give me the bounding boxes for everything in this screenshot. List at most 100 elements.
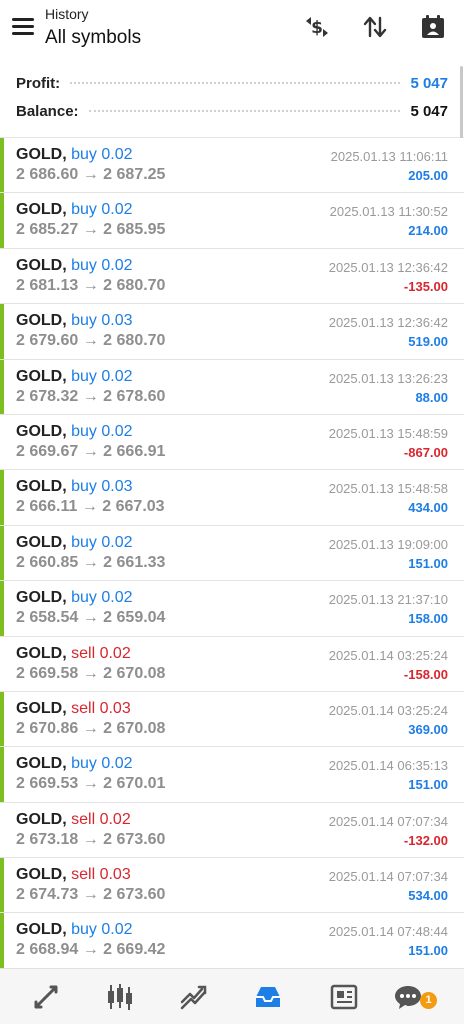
deal-time: 2025.01.13 21:37:10 [328,592,448,608]
profit-indicator-bar [0,193,4,248]
profit-indicator-bar [0,913,4,968]
balance-value: 5 047 [410,102,448,120]
svg-text:$: $ [311,18,323,38]
deal-symbol: GOLD, [16,755,67,773]
profit-indicator-bar [0,470,4,525]
deal-prices: 2 673.18 → 2 673.60 [16,830,166,848]
header-title[interactable]: All symbols [45,27,141,49]
deal-symbol: GOLD, [16,367,67,385]
deal-profit: -867.00 [403,444,448,460]
deal-row[interactable]: GOLD, buy 0.03 2 666.11 → 2 667.03 2025.… [0,470,464,526]
deal-title: GOLD, sell 0.02 [16,645,131,663]
deal-time: 2025.01.13 15:48:58 [328,481,448,497]
deal-side: sell 0.03 [71,866,131,884]
profit-dots [70,82,401,84]
deal-side: buy 0.02 [71,533,133,551]
deal-side: sell 0.02 [71,644,131,662]
deal-symbol: GOLD, [16,256,67,274]
deal-time: 2025.01.14 07:48:44 [328,924,448,940]
profit-indicator-bar [0,525,4,581]
deal-prices: 2 674.73 → 2 673.60 [16,886,166,904]
deal-row[interactable]: GOLD, buy 0.02 2 686.60 → 2 687.25 2025.… [0,138,464,194]
deal-row[interactable]: GOLD, buy 0.02 2 660.85 → 2 661.33 2025.… [0,525,464,582]
deal-time: 2025.01.14 07:07:34 [328,813,448,829]
profit-indicator-bar [0,747,4,802]
deal-prices: 2 679.60 → 2 680.70 [16,332,166,350]
deal-prices: 2 669.53 → 2 670.01 [16,775,166,793]
deal-symbol: GOLD, [16,866,67,884]
deal-profit: 151.00 [408,943,448,959]
deal-side: buy 0.02 [71,921,133,939]
deal-time: 2025.01.13 15:48:59 [328,425,448,441]
deal-side: sell 0.02 [71,810,131,828]
deal-row[interactable]: GOLD, buy 0.02 2 678.32 → 2 678.60 2025.… [0,359,464,415]
deal-title: GOLD, buy 0.03 [16,478,133,496]
deal-title: GOLD, buy 0.02 [16,423,133,441]
deal-symbol: GOLD, [16,921,67,939]
deal-row[interactable]: GOLD, buy 0.02 2 685.27 → 2 685.95 2025.… [0,193,464,249]
profit-indicator-bar [0,304,4,359]
deal-title: GOLD, buy 0.02 [16,368,133,386]
chart-icon[interactable] [102,979,138,1015]
balance-dots [88,110,401,112]
deal-prices: 2 686.60 → 2 687.25 [16,166,166,183]
deal-profit: 214.00 [408,223,448,239]
bottom-navigation [0,968,464,1024]
menu-icon[interactable] [12,18,34,36]
deal-prices: 2 660.85 → 2 661.33 [16,553,166,571]
deal-row[interactable]: GOLD, buy 0.03 2 679.60 → 2 680.70 2025.… [0,304,464,360]
deal-symbol: GOLD, [16,810,67,828]
history-icon[interactable] [250,979,286,1015]
deal-row[interactable]: GOLD, buy 0.02 2 681.13 → 2 680.70 2025.… [0,248,464,305]
deal-row[interactable]: GOLD, sell 0.02 2 669.58 → 2 670.08 2025… [0,636,464,692]
deal-row[interactable]: GOLD, sell 0.03 2 670.86 → 2 670.08 2025… [0,691,464,748]
deal-symbol: GOLD, [16,422,67,440]
deal-symbol: GOLD, [16,644,67,662]
deal-row[interactable]: GOLD, buy 0.02 2 668.94 → 2 669.42 2025.… [0,913,464,969]
deal-profit: 158.00 [408,611,448,627]
deal-profit: 151.00 [408,555,448,571]
deal-title: GOLD, sell 0.03 [16,700,131,718]
balance-label: Balance: [16,102,79,120]
messages-badge: 1 [420,992,437,1009]
sort-icon[interactable] [358,10,392,44]
deal-side: buy 0.02 [71,367,133,385]
profit-label: Profit: [16,74,61,92]
deals-list: GOLD, buy 0.02 2 686.60 → 2 687.25 2025.… [0,138,464,969]
profit-indicator-bar [0,359,4,414]
deal-symbol: GOLD, [16,699,67,717]
deal-prices: 2 681.13 → 2 680.70 [16,276,166,294]
deal-symbol: GOLD, [16,312,67,330]
deal-profit: 205.00 [408,168,448,183]
deal-profit: 434.00 [408,500,448,516]
deal-symbol: GOLD, [16,589,67,607]
profit-indicator-bar [0,858,4,913]
deal-row[interactable]: GOLD, buy 0.02 2 658.54 → 2 659.04 2025.… [0,581,464,637]
deal-prices: 2 668.94 → 2 669.42 [16,941,166,959]
profit-row: Profit: 5 047 [16,71,448,95]
deal-time: 2025.01.13 13:26:23 [328,370,448,386]
deal-prices: 2 670.86 → 2 670.08 [16,719,166,737]
deal-title: GOLD, buy 0.02 [16,146,133,164]
trade-icon[interactable] [176,979,212,1015]
deal-profit: 88.00 [415,389,448,405]
deal-side: buy 0.02 [71,755,133,773]
quotes-icon[interactable] [28,979,64,1015]
deal-side: buy 0.02 [71,589,133,607]
deal-time: 2025.01.13 11:06:11 [330,149,448,164]
deal-time: 2025.01.13 11:30:52 [329,204,448,220]
deal-row[interactable]: GOLD, buy 0.02 2 669.67 → 2 666.91 2025.… [0,414,464,471]
deal-row[interactable]: GOLD, sell 0.02 2 673.18 → 2 673.60 2025… [0,802,464,859]
summary-panel: Profit: 5 047 Balance: 5 047 [0,62,464,138]
deal-profit: 534.00 [408,888,448,904]
deal-row[interactable]: GOLD, sell 0.03 2 674.73 → 2 673.60 2025… [0,858,464,914]
deal-prices: 2 666.11 → 2 667.03 [16,498,165,516]
news-icon[interactable] [326,979,362,1015]
deposit-withdraw-icon[interactable]: $ [300,10,334,44]
calendar-icon[interactable] [416,10,450,44]
deal-row[interactable]: GOLD, buy 0.02 2 669.53 → 2 670.01 2025.… [0,747,464,803]
deal-title: GOLD, buy 0.02 [16,589,133,607]
deal-prices: 2 669.67 → 2 666.91 [16,442,166,460]
deal-time: 2025.01.13 12:36:42 [328,259,448,275]
deal-time: 2025.01.14 03:25:24 [328,702,448,718]
